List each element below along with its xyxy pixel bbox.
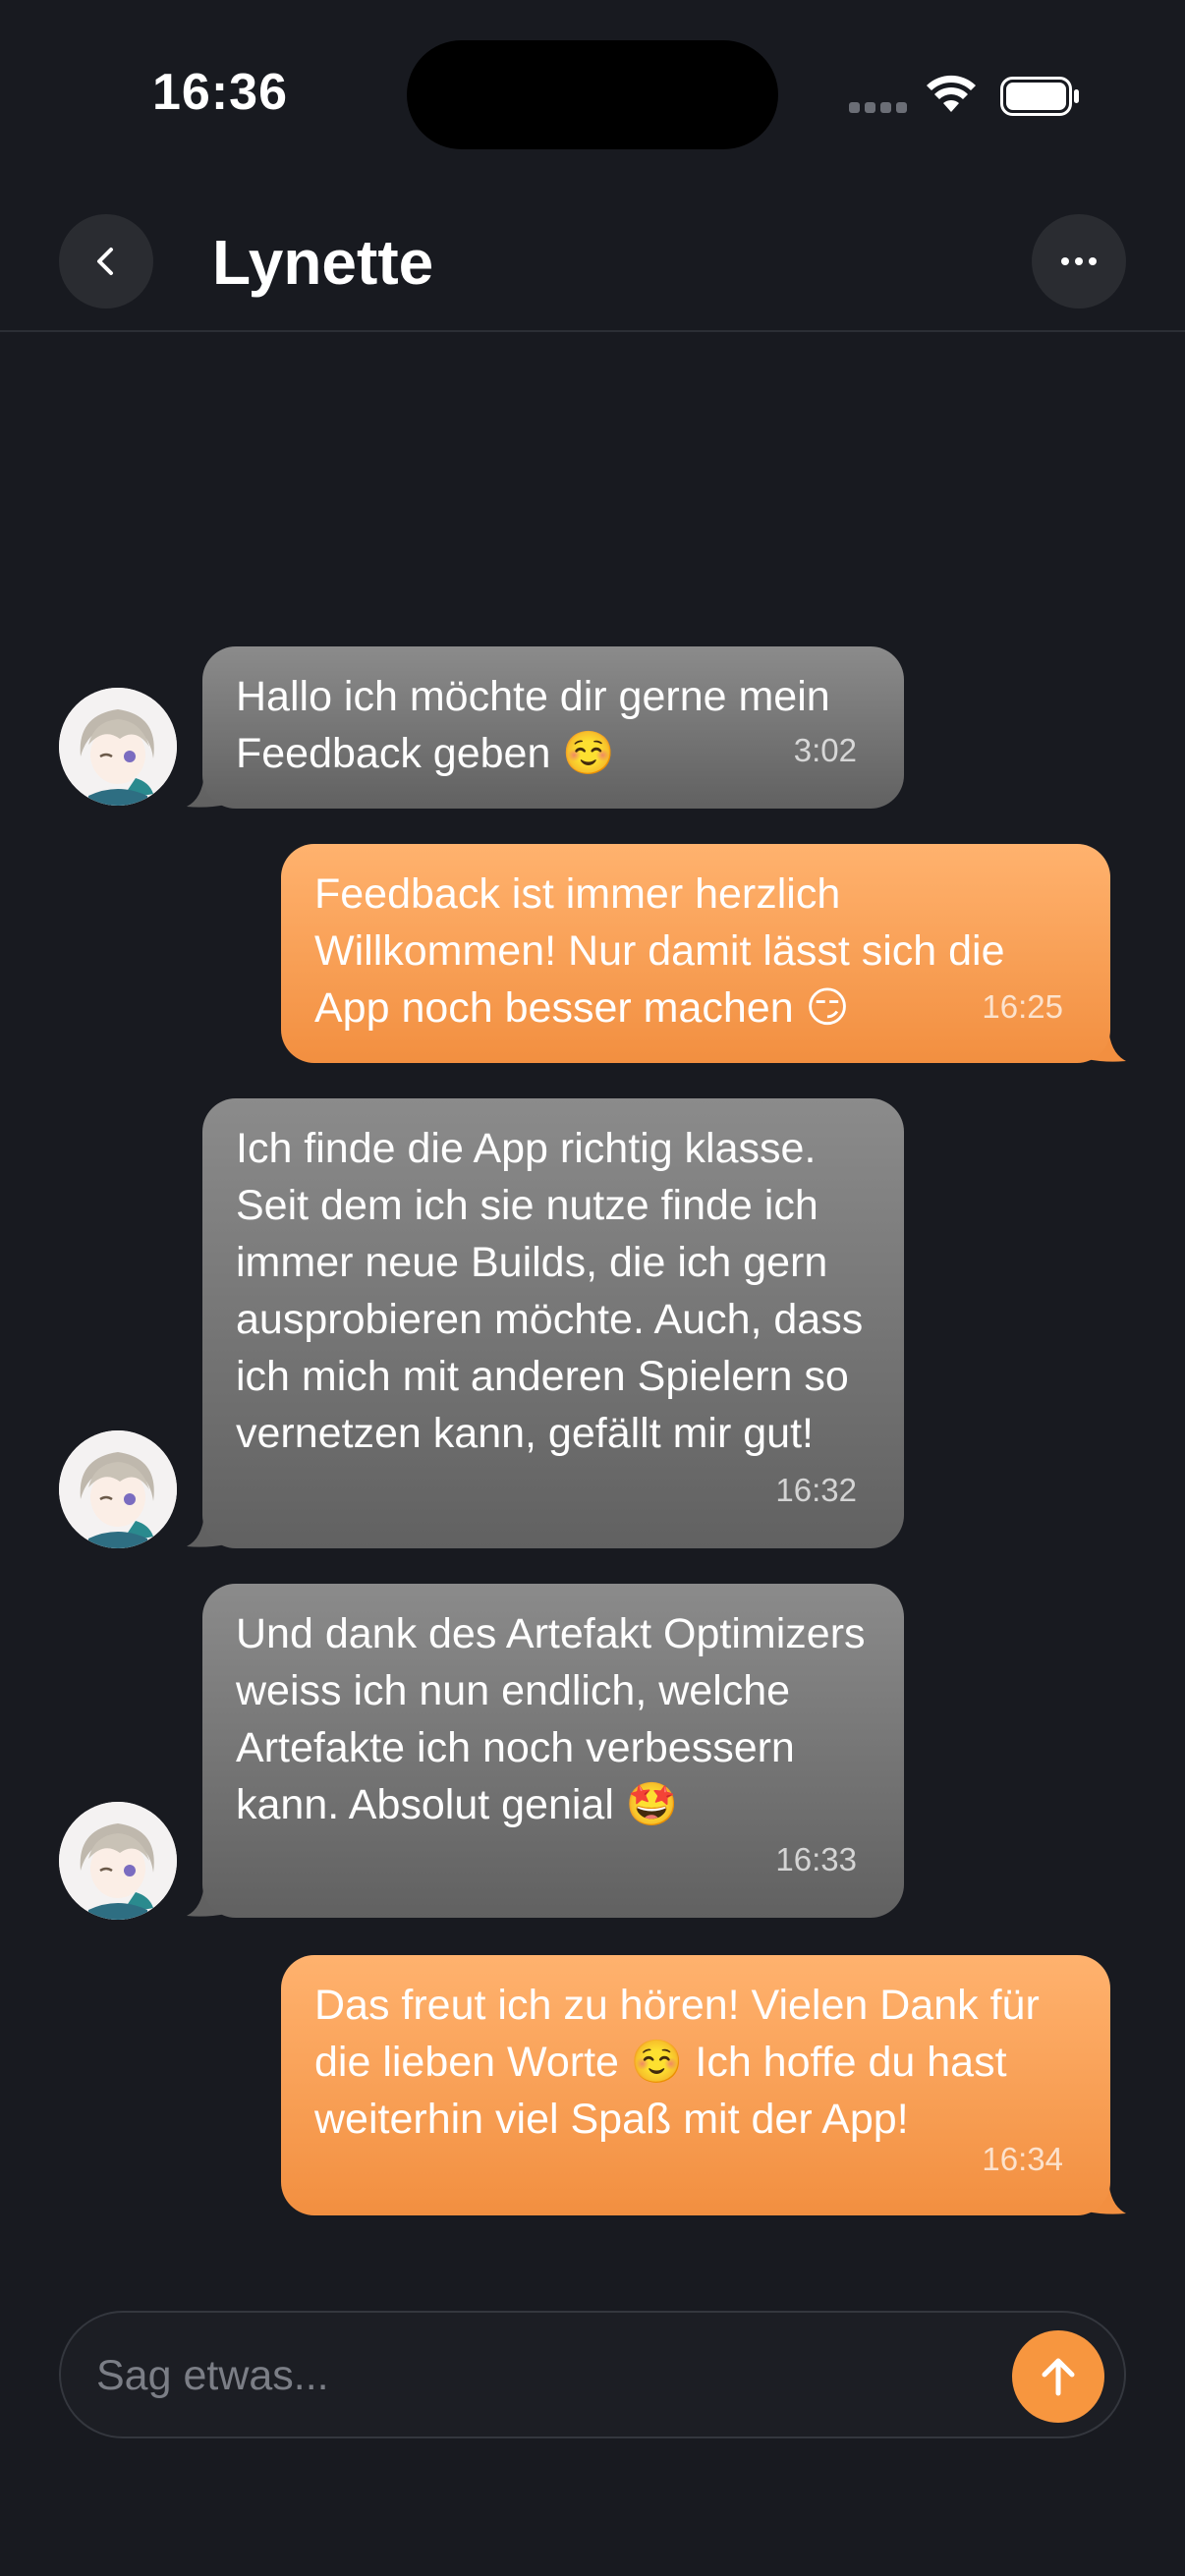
message-time: 16:34	[982, 2141, 1063, 2177]
incoming-message-bubble[interactable]: Ich finde die App richtig klasse. Seit d…	[202, 1098, 904, 1548]
wifi-icon	[927, 75, 976, 112]
chat-title: Lynette	[212, 227, 434, 298]
message-text: Und dank des Artefakt Optimizers weiss i…	[236, 1610, 866, 1828]
battery-icon	[1000, 77, 1079, 116]
send-button[interactable]	[1012, 2330, 1104, 2423]
incoming-message-bubble[interactable]: Hallo ich möchte dir gerne mein Feedback…	[202, 646, 904, 809]
message-row: Hallo ich möchte dir gerne mein Feedback…	[0, 646, 1185, 809]
outgoing-message-bubble[interactable]: Feedback ist immer herzlich Willkommen! …	[281, 844, 1110, 1063]
message-time: 16:25	[982, 988, 1063, 1025]
message-row: Ich finde die App richtig klasse. Seit d…	[0, 1098, 1185, 1548]
message-input[interactable]	[94, 2342, 963, 2409]
status-bar: 16:36	[0, 0, 1185, 187]
incoming-message-bubble[interactable]: Und dank des Artefakt Optimizers weiss i…	[202, 1584, 904, 1918]
chevron-left-icon	[97, 248, 113, 275]
message-text: Feedback ist immer herzlich Willkommen! …	[314, 870, 1005, 1032]
message-time: 16:32	[775, 1472, 857, 1508]
message-time: 3:02	[793, 732, 857, 768]
avatar[interactable]	[59, 1430, 177, 1548]
message-row: Feedback ist immer herzlich Willkommen! …	[0, 844, 1185, 1063]
avatar-image	[59, 1802, 177, 1920]
more-options-button[interactable]	[1032, 214, 1126, 308]
avatar[interactable]	[59, 688, 177, 806]
dynamic-island	[407, 40, 778, 149]
cellular-signal-icon	[849, 102, 908, 116]
ellipsis-icon	[1061, 257, 1097, 265]
message-time: 16:33	[775, 1841, 857, 1877]
outgoing-message-bubble[interactable]: Das freut ich zu hören! Vielen Dank für …	[281, 1955, 1110, 2215]
chat-header: Lynette	[0, 187, 1185, 332]
message-composer	[59, 2311, 1126, 2438]
back-button[interactable]	[59, 214, 153, 308]
avatar[interactable]	[59, 1802, 177, 1920]
arrow-up-icon	[1042, 2358, 1075, 2396]
message-text: Hallo ich möchte dir gerne mein Feedback…	[236, 673, 830, 777]
message-row: Das freut ich zu hören! Vielen Dank für …	[0, 1955, 1185, 2215]
message-row: Und dank des Artefakt Optimizers weiss i…	[0, 1584, 1185, 1920]
avatar-image	[59, 688, 177, 806]
message-text: Ich finde die App richtig klasse. Seit d…	[236, 1125, 864, 1457]
avatar-image	[59, 1430, 177, 1548]
message-text: Das freut ich zu hören! Vielen Dank für …	[314, 1982, 1040, 2143]
status-time: 16:36	[152, 64, 288, 121]
